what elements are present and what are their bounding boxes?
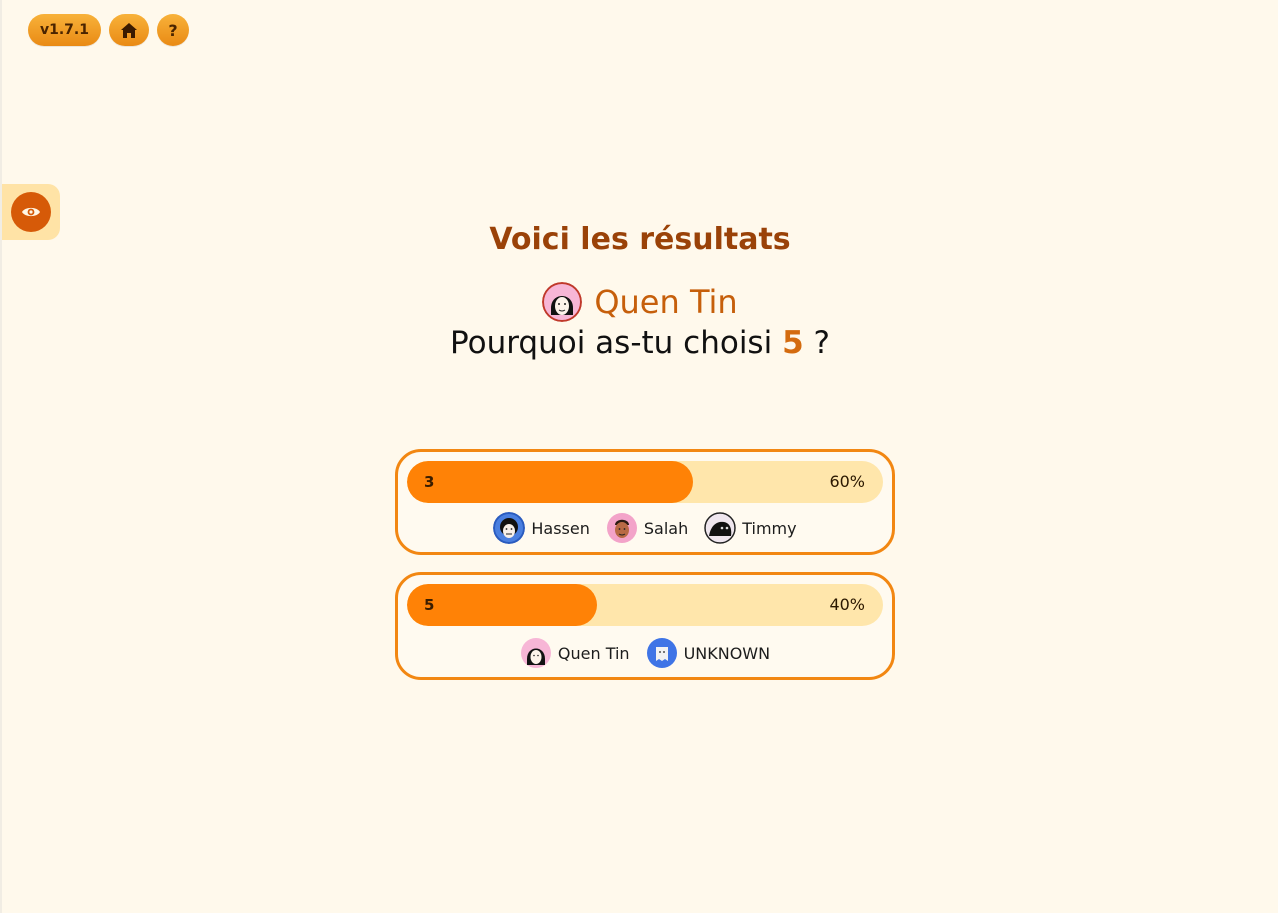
voter-name: Quen Tin: [557, 643, 630, 663]
voter-avatar: [606, 512, 638, 544]
help-icon: ?: [168, 20, 178, 40]
voter-item: UNKNOWN: [646, 637, 771, 669]
voter-item: Timmy: [704, 512, 797, 544]
home-icon: [121, 22, 137, 38]
result-bar-fill: [407, 461, 693, 503]
voter-name: UNKNOWN: [683, 643, 771, 663]
help-button[interactable]: ?: [157, 14, 189, 46]
voter-list: Hassen Salah Timmy: [398, 512, 892, 544]
voter-avatar: [704, 512, 736, 544]
version-badge[interactable]: v1.7.1: [28, 14, 101, 46]
voter-item: Hassen: [493, 512, 590, 544]
question-prefix: Pourquoi as-tu choisi: [450, 325, 773, 361]
voter-list: Quen Tin UNKNOWN: [398, 637, 892, 669]
voter-name: Hassen: [531, 518, 590, 538]
result-bar-track: 3 60%: [407, 461, 883, 503]
option-label: 3: [424, 473, 435, 491]
result-card: 3 60% Hassen Salah Timmy: [395, 449, 895, 555]
result-bar-track: 5 40%: [407, 584, 883, 626]
player-header: Quen Tin: [2, 282, 1278, 322]
voter-item: Quen Tin: [520, 637, 630, 669]
voter-item: Salah: [606, 512, 688, 544]
page-title: Voici les résultats: [489, 222, 791, 257]
top-bar: v1.7.1 ?: [28, 14, 189, 46]
option-label: 5: [424, 596, 435, 614]
voter-name: Salah: [643, 518, 689, 538]
home-button[interactable]: [109, 14, 149, 46]
question-value: 5: [782, 325, 804, 361]
option-percent: 40%: [829, 595, 865, 614]
voter-name: Timmy: [742, 518, 797, 538]
option-percent: 60%: [829, 472, 865, 491]
result-card: 5 40% Quen Tin UNKNOWN: [395, 572, 895, 680]
player-name: Quen Tin: [594, 283, 738, 321]
question-suffix: ?: [813, 325, 830, 361]
question-text: Pourquoi as-tu choisi 5 ?: [2, 325, 1278, 361]
voter-avatar: [493, 512, 526, 544]
eye-icon: [22, 207, 40, 217]
result-bar-fill: [407, 584, 598, 626]
player-avatar: [542, 282, 583, 322]
voter-avatar: [520, 637, 552, 669]
voter-avatar: [646, 637, 678, 669]
